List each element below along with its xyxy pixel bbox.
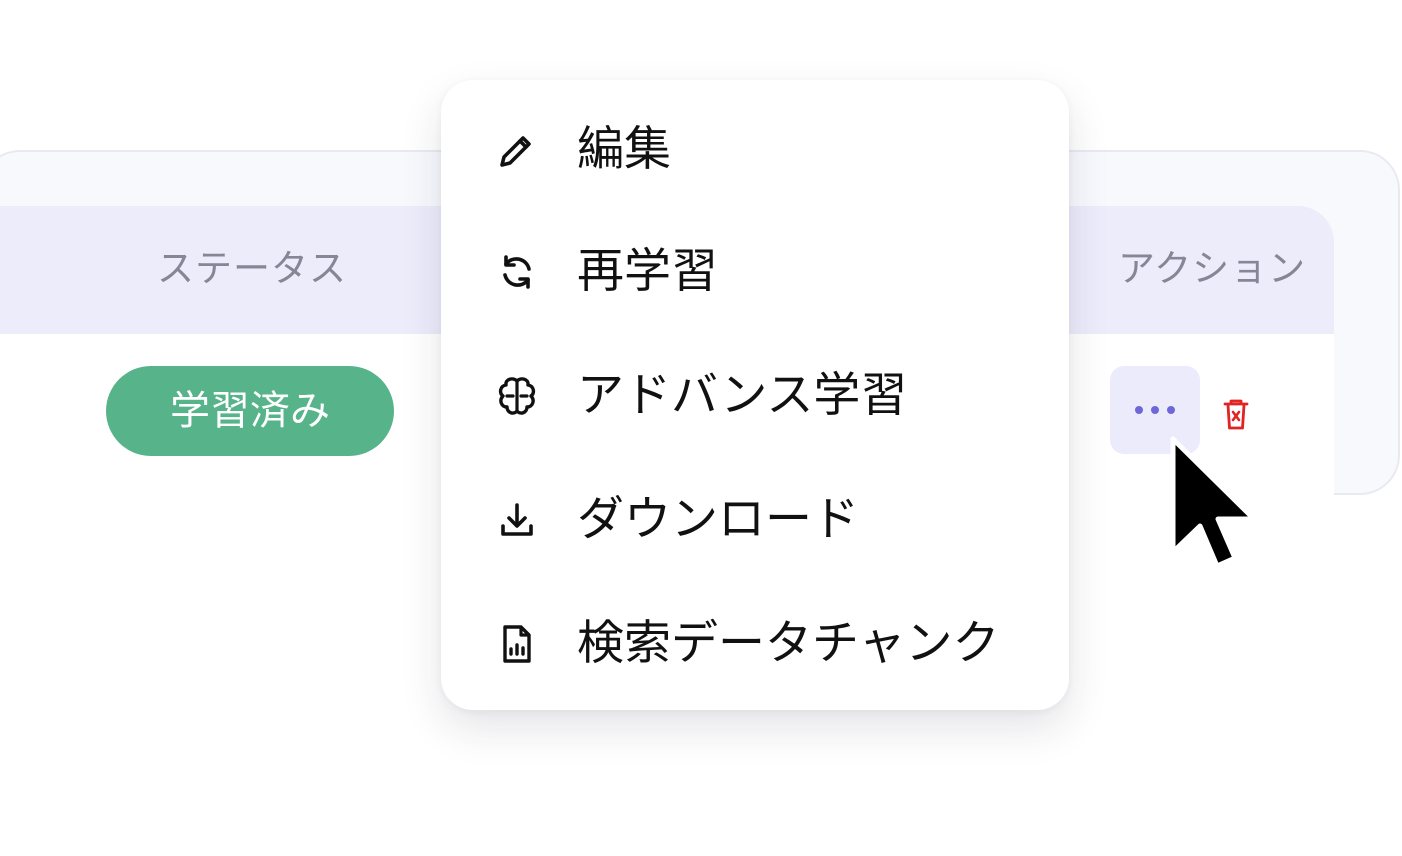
menu-item-label: ダウンロード bbox=[577, 492, 859, 547]
menu-item-label: アドバンス学習 bbox=[577, 368, 908, 423]
menu-item-retrain[interactable]: 再学習 bbox=[441, 222, 1069, 322]
menu-item-edit[interactable]: 編集 bbox=[441, 100, 1069, 200]
menu-item-download[interactable]: ダウンロード bbox=[441, 470, 1069, 570]
menu-item-label: 編集 bbox=[577, 122, 671, 177]
more-horizontal-icon bbox=[1135, 406, 1175, 414]
refresh-icon bbox=[503, 255, 531, 289]
file-chart-icon bbox=[503, 625, 531, 663]
menu-item-label: 検索データチャンク bbox=[577, 616, 1000, 671]
action-menu: 編集 再学習 アドバンス学習 ダウンロード 検索データチャンク bbox=[441, 80, 1069, 710]
menu-item-label: 再学習 bbox=[577, 244, 718, 299]
column-header-action: アクション bbox=[1118, 247, 1307, 290]
mouse-pointer-icon bbox=[1170, 436, 1257, 569]
menu-item-search-data-chunks[interactable]: 検索データチャンク bbox=[441, 594, 1069, 694]
column-header-status[interactable]: ステータス bbox=[157, 244, 347, 294]
brain-icon bbox=[498, 377, 536, 415]
status-badge: 学習済み bbox=[106, 366, 394, 456]
trash-icon[interactable] bbox=[1221, 397, 1251, 431]
menu-item-advanced-training[interactable]: アドバンス学習 bbox=[441, 346, 1069, 446]
pencil-icon bbox=[500, 136, 531, 167]
download-icon bbox=[501, 503, 533, 536]
